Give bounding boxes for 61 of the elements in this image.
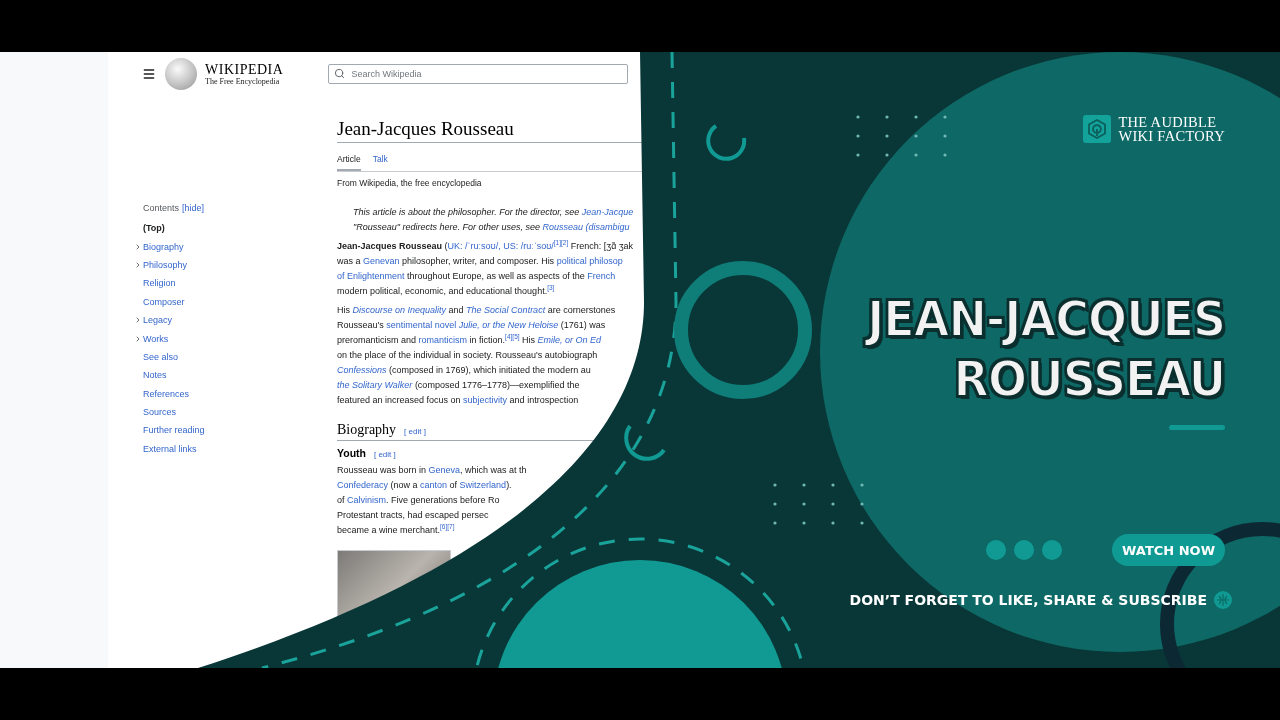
contents-item[interactable]: Sources — [143, 407, 177, 418]
arc-shape — [706, 124, 747, 161]
subscribe-reminder: DON’T FORGET TO LIKE, SHARE & SUBSCRIBE — [849, 592, 1207, 608]
contents-item[interactable]: Further reading — [143, 425, 205, 436]
hide-link[interactable]: [hide] — [182, 202, 205, 213]
text-link[interactable]: sentimental novel — [386, 320, 459, 330]
logo-tagline: The Free Encyclopedia — [205, 77, 281, 86]
contents-item[interactable]: Religion — [143, 278, 176, 289]
logo-wordmark: WIKIPEDIA — [205, 62, 284, 77]
contents-item[interactable]: References — [143, 388, 190, 399]
contents-item[interactable]: Works — [143, 333, 169, 344]
text-link[interactable]: canton — [420, 480, 448, 490]
dots-icon — [986, 540, 1063, 560]
search-field[interactable]: Search Wikipedia — [328, 64, 629, 84]
text-link[interactable]: Julie, or the New Heloise — [458, 320, 559, 330]
page-tab[interactable]: Article — [337, 152, 361, 171]
text-link[interactable]: Confederacy — [337, 480, 389, 490]
subsection-heading: Youth — [337, 447, 366, 459]
text-link[interactable]: French — [587, 271, 616, 281]
video-title: JEAN-JACQUES — [866, 289, 1225, 349]
text-link[interactable]: the Solitary Walker — [337, 380, 413, 390]
text-link[interactable]: political philosop — [556, 256, 623, 266]
contents-item[interactable]: External links — [143, 443, 197, 454]
edit-link[interactable]: [ edit ] — [373, 450, 396, 459]
watch-now-button[interactable]: WATCH NOW — [1112, 534, 1225, 566]
contents-item[interactable]: Composer — [143, 296, 185, 307]
chevron-icon[interactable] — [134, 334, 142, 343]
contents-item[interactable]: (Top) — [143, 223, 165, 234]
text-link[interactable]: Genevan — [363, 256, 400, 266]
arc-shape — [624, 424, 666, 461]
text-link[interactable]: Jean-Jacque — [581, 207, 634, 217]
search-icon — [334, 68, 346, 79]
text-link[interactable]: subjectivity — [463, 395, 508, 405]
brand-name: THE AUDIBLE WIKI FACTORY — [1118, 115, 1225, 143]
text-link[interactable]: Switzerland — [459, 480, 507, 490]
text-link[interactable]: of Enlightenment — [337, 271, 405, 281]
contents-item[interactable]: Biography — [143, 241, 184, 252]
edit-link[interactable]: [ edit ] — [404, 427, 426, 436]
contents-title: Contents — [143, 202, 180, 213]
text-link[interactable]: Confessions — [337, 365, 387, 375]
chevron-icon[interactable] — [134, 316, 142, 325]
menu-icon[interactable] — [142, 67, 156, 81]
text-link[interactable]: The Social Contract — [466, 305, 546, 315]
section-heading: Biography — [337, 422, 397, 438]
accent-bar — [1169, 425, 1225, 430]
text-link[interactable]: romanticism — [418, 335, 468, 345]
hexagon-logo-icon — [1083, 115, 1112, 143]
contents-item[interactable]: Legacy — [143, 315, 173, 326]
contents-item[interactable]: Notes — [143, 370, 167, 381]
site-tagline: From Wikipedia, the free encyclopedia — [337, 178, 483, 188]
chevron-icon[interactable] — [134, 260, 142, 269]
contents-item[interactable]: See also — [143, 351, 179, 362]
globe-icon — [1214, 591, 1232, 609]
text-link[interactable]: Rousseau (disambigu — [542, 222, 630, 232]
text-link[interactable]: Emile, or On Ed — [537, 335, 602, 345]
article-title: Jean-Jacques Rousseau — [337, 118, 515, 140]
chevron-icon[interactable] — [134, 242, 142, 251]
contents-item[interactable]: Philosophy — [143, 259, 188, 270]
page-tab[interactable]: Talk — [372, 152, 388, 171]
text-link[interactable]: Discourse on Inequality — [352, 305, 447, 315]
video-title: ROUSSEAU — [953, 349, 1225, 409]
